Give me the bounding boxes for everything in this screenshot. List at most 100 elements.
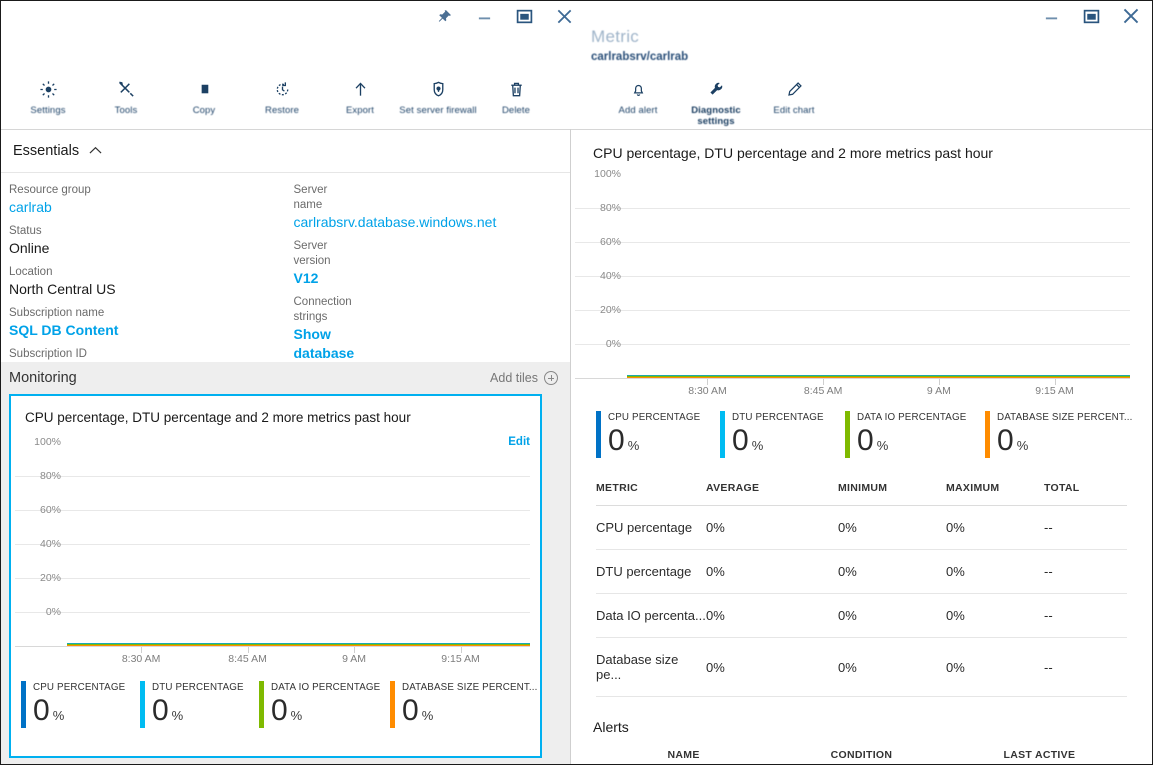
blade-subtitle-text: carlrabsrv/carlrab bbox=[591, 51, 689, 63]
chart-ytick-label: 0% bbox=[605, 338, 621, 350]
chart-x-axis: 8:30 AM 8:45 AM 9 AM 9:15 AM bbox=[627, 379, 1130, 401]
server-name-link[interactable]: carlrabsrv.database.windows.net bbox=[294, 213, 497, 232]
essentials-header[interactable]: Essentials bbox=[1, 130, 570, 173]
restore-icon[interactable] bbox=[513, 5, 535, 27]
metric-card-cpu: CPU PERCENTAGE 0 % bbox=[596, 411, 720, 458]
chart-gridline-row: 60% bbox=[15, 504, 530, 545]
blade-window-controls-left bbox=[433, 1, 575, 31]
metric-unit: % bbox=[1016, 438, 1029, 453]
command-label: Tools bbox=[114, 105, 138, 116]
bell-icon bbox=[629, 76, 648, 102]
chart-gridline-row: 80% bbox=[575, 202, 1130, 243]
command-tools[interactable]: Tools bbox=[87, 76, 165, 116]
cell-average: 0% bbox=[706, 505, 838, 550]
command-label: Export bbox=[345, 105, 375, 116]
essentials-item: Server name carlrabsrv.database.windows.… bbox=[294, 183, 497, 232]
close-icon[interactable] bbox=[553, 5, 575, 27]
table-row: DTU percentage 0% 0% 0% -- bbox=[596, 549, 1127, 594]
chart-gridline-row: 80% bbox=[15, 470, 530, 511]
metric-unit: % bbox=[627, 438, 640, 453]
metric-name: DTU PERCENTAGE bbox=[151, 682, 244, 693]
restore-clock-icon bbox=[273, 76, 292, 102]
cell-total: -- bbox=[1044, 637, 1127, 697]
chart-ytick-label: 20% bbox=[599, 304, 621, 316]
chart-gridline-row: 20% bbox=[15, 572, 530, 613]
metric-value: 0 bbox=[270, 694, 288, 727]
chart-xtick-label: 9 AM bbox=[342, 653, 367, 665]
chevron-up-icon[interactable] bbox=[89, 144, 102, 158]
metric-summary-table-wrap: METRIC AVERAGE MINIMUM MAXIMUM TOTAL CPU… bbox=[596, 482, 1152, 697]
minimize-icon[interactable] bbox=[473, 5, 495, 27]
cell-average: 0% bbox=[706, 637, 838, 697]
command-delete[interactable]: Delete bbox=[477, 76, 555, 116]
metric-name: CPU PERCENTAGE bbox=[33, 682, 126, 693]
tile-chart: 100% 80% 60% 40% 20% 0% 8:30 AM 8:45 AM … bbox=[15, 436, 530, 669]
metric-value: 0 bbox=[33, 694, 50, 727]
cell-minimum: 0% bbox=[838, 505, 946, 550]
metric-color-bar bbox=[390, 681, 395, 728]
column-header-minimum: MINIMUM bbox=[838, 482, 946, 506]
window-titlebar bbox=[1, 1, 1152, 31]
metric-detail-cards: CPU PERCENTAGE 0 % DTU PERCENTAGE 0 % DA… bbox=[571, 401, 1152, 458]
command-restore[interactable]: Restore bbox=[243, 76, 321, 116]
chart-gridline-row: 40% bbox=[15, 538, 530, 579]
pin-icon[interactable] bbox=[433, 5, 455, 27]
chart-ytick-label: 60% bbox=[39, 504, 61, 516]
command-label: Set server firewall bbox=[399, 105, 477, 116]
close-icon[interactable] bbox=[1120, 5, 1142, 27]
command-add-alert[interactable]: Add alert bbox=[599, 76, 677, 116]
chart-gridline-row: 40% bbox=[575, 270, 1130, 311]
metric-name: DATA IO PERCENTAGE bbox=[857, 412, 967, 423]
metric-value: 0 bbox=[857, 424, 874, 457]
cell-total: -- bbox=[1044, 505, 1127, 550]
command-settings[interactable]: Settings bbox=[9, 76, 87, 116]
column-header-condition: CONDITION bbox=[771, 749, 952, 764]
cell-metric: DTU percentage bbox=[596, 549, 706, 594]
metric-value: 0 bbox=[608, 424, 625, 457]
essentials-label: Connection strings bbox=[293, 296, 352, 323]
command-label: Add alert bbox=[618, 105, 658, 116]
minimize-icon[interactable] bbox=[1040, 5, 1062, 27]
add-tiles-button[interactable]: Add tiles bbox=[490, 371, 558, 385]
blade-window-controls-right bbox=[1040, 1, 1142, 31]
command-set-server-firewall[interactable]: Set server firewall bbox=[399, 76, 477, 116]
tile-metric-cards: CPU PERCENTAGE 0 % DTU PERCENTAGE 0 % DA… bbox=[11, 669, 540, 728]
chart-xtick-label: 8:45 AM bbox=[228, 653, 267, 665]
command-diagnostic-settings[interactable]: Diagnostic settings bbox=[677, 76, 755, 127]
metric-unit: % bbox=[290, 708, 303, 723]
command-edit-chart[interactable]: Edit chart bbox=[755, 76, 833, 116]
command-copy[interactable]: Copy bbox=[165, 76, 243, 116]
command-label: Edit chart bbox=[773, 105, 815, 116]
blade-title-text: Metric bbox=[591, 27, 640, 46]
cell-metric: Database size pe... bbox=[596, 637, 706, 697]
column-header-total: TOTAL bbox=[1044, 482, 1127, 506]
metric-unit: % bbox=[52, 708, 65, 723]
chart-ytick-label: 40% bbox=[599, 270, 621, 282]
cell-maximum: 0% bbox=[946, 505, 1044, 550]
command-label: Delete bbox=[501, 105, 531, 116]
tools-icon bbox=[117, 76, 136, 102]
metric-value: 0 bbox=[732, 424, 749, 457]
alerts-table: NAME CONDITION LAST ACTIVE bbox=[596, 749, 1127, 764]
restore-icon[interactable] bbox=[1080, 5, 1102, 27]
server-version-link[interactable]: V12 bbox=[294, 269, 319, 288]
chart-xtick-label: 9:15 AM bbox=[441, 653, 480, 665]
monitoring-chart-tile[interactable]: CPU percentage, DTU percentage and 2 mor… bbox=[9, 394, 542, 758]
metric-value: 0 bbox=[402, 694, 419, 727]
metric-card-dtu: DTU PERCENTAGE 0 % bbox=[139, 681, 259, 728]
metric-card-dtu: DTU PERCENTAGE 0 % bbox=[720, 411, 845, 458]
table-row: CPU percentage 0% 0% 0% -- bbox=[596, 505, 1127, 550]
metric-name: CPU PERCENTAGE bbox=[608, 412, 701, 423]
metric-card-cpu: CPU PERCENTAGE 0 % bbox=[21, 681, 140, 728]
table-header-row: NAME CONDITION LAST ACTIVE bbox=[596, 749, 1127, 764]
column-header-average: AVERAGE bbox=[706, 482, 838, 506]
chart-ytick-label: 0% bbox=[45, 606, 61, 618]
essentials-label: Server version bbox=[293, 240, 331, 267]
copy-icon bbox=[195, 76, 214, 102]
command-export[interactable]: Export bbox=[321, 76, 399, 116]
metric-color-bar bbox=[139, 681, 145, 728]
metric-name: DATABASE SIZE PERCENT... bbox=[997, 412, 1133, 423]
metric-chart-title: CPU percentage, DTU percentage and 2 mor… bbox=[593, 145, 993, 161]
command-bar-left: Settings Tools Copy Restore Export Set s… bbox=[9, 76, 555, 116]
trash-icon bbox=[507, 76, 526, 102]
